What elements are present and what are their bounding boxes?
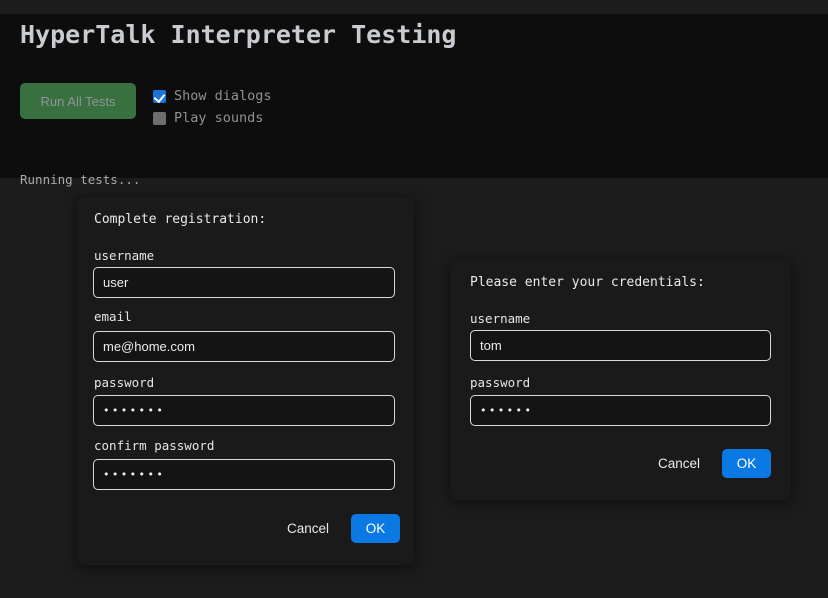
- cancel-button[interactable]: Cancel: [654, 450, 704, 477]
- password-input[interactable]: [93, 395, 395, 426]
- username-input[interactable]: [93, 267, 395, 298]
- label-password: password: [94, 375, 155, 390]
- ok-button[interactable]: OK: [722, 449, 771, 478]
- toolbar: Run All Tests Show dialogs Play sounds: [20, 83, 272, 129]
- checkbox-checked-icon[interactable]: [153, 89, 166, 103]
- credentials-dialog-prompt: Please enter your credentials:: [470, 275, 705, 290]
- label-username: username: [470, 311, 531, 326]
- test-harness-panel: HyperTalk Interpreter Testing Run All Te…: [0, 14, 828, 187]
- label-email: email: [94, 309, 132, 324]
- password-input[interactable]: [470, 395, 771, 426]
- checkbox-unchecked-icon[interactable]: [153, 111, 166, 125]
- option-show-dialogs[interactable]: Show dialogs: [153, 85, 272, 107]
- registration-dialog: Complete registration: username email pa…: [77, 197, 414, 565]
- label-password: password: [470, 375, 531, 390]
- cancel-button[interactable]: Cancel: [283, 515, 333, 542]
- label-confirm-password: confirm password: [94, 438, 215, 453]
- credentials-dialog-actions: Cancel OK: [654, 449, 771, 478]
- app-root: HyperTalk Interpreter Testing Run All Te…: [0, 0, 828, 598]
- label-username: username: [94, 248, 155, 263]
- run-all-tests-button[interactable]: Run All Tests: [20, 83, 136, 119]
- option-play-sounds[interactable]: Play sounds: [153, 107, 272, 129]
- email-input[interactable]: [93, 331, 395, 362]
- ok-button[interactable]: OK: [351, 514, 400, 543]
- confirm-password-input[interactable]: [93, 459, 395, 490]
- option-play-sounds-label: Play sounds: [174, 110, 264, 126]
- test-options-group: Show dialogs Play sounds: [153, 83, 272, 129]
- registration-dialog-actions: Cancel OK: [283, 514, 400, 543]
- page-title: HyperTalk Interpreter Testing: [20, 20, 457, 49]
- option-show-dialogs-label: Show dialogs: [174, 88, 272, 104]
- registration-dialog-prompt: Complete registration:: [94, 212, 267, 227]
- status-text: Running tests...: [20, 172, 141, 187]
- username-input[interactable]: [470, 330, 771, 361]
- credentials-dialog: Please enter your credentials: username …: [451, 259, 791, 500]
